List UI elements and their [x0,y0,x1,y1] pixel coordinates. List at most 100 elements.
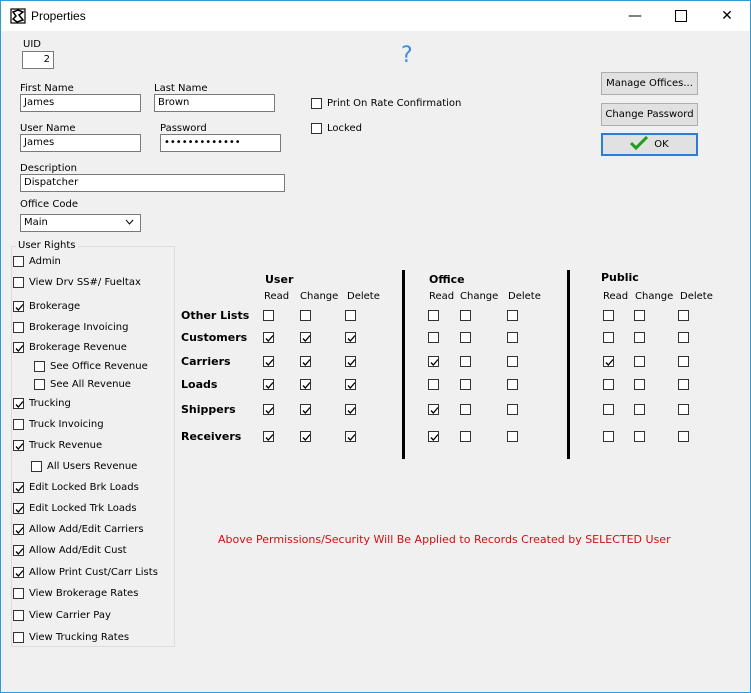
user-right-checkbox[interactable] [13,440,24,451]
permission-checkbox[interactable] [634,404,645,415]
permission-checkbox[interactable] [460,356,471,367]
change-password-button[interactable]: Change Password [601,103,698,126]
user-right-checkbox[interactable] [13,419,24,430]
user-right-checkbox[interactable] [13,632,24,643]
user-right-checkbox[interactable] [13,342,24,353]
permission-checkbox[interactable] [345,379,356,390]
permission-checkbox[interactable] [263,356,274,367]
permission-checkbox[interactable] [678,356,689,367]
office-code-select[interactable]: Main [20,214,141,232]
user-right-checkbox[interactable] [13,588,24,599]
password-field[interactable]: ••••••••••••• [160,134,281,152]
permission-checkbox[interactable] [460,332,471,343]
permission-checkbox[interactable] [345,431,356,442]
permission-checkbox[interactable] [300,310,311,321]
permission-checkbox[interactable] [300,356,311,367]
permission-checkbox[interactable] [428,356,439,367]
check-icon [15,527,24,534]
permission-checkbox[interactable] [428,404,439,415]
permission-checkbox[interactable] [678,431,689,442]
permission-checkbox[interactable] [678,332,689,343]
permission-checkbox[interactable] [460,379,471,390]
permission-checkbox[interactable] [300,379,311,390]
permission-checkbox[interactable] [263,310,274,321]
permission-checkbox[interactable] [263,332,274,343]
first-name-field[interactable]: James [20,94,141,112]
permission-column-label: Delete [508,291,541,302]
locked-checkbox[interactable] [311,123,322,134]
permission-checkbox[interactable] [507,332,518,343]
check-icon [302,434,311,441]
permission-checkbox[interactable] [603,310,614,321]
permission-checkbox[interactable] [603,332,614,343]
ok-button[interactable]: OK [601,133,698,156]
permission-checkbox[interactable] [507,379,518,390]
description-field[interactable]: Dispatcher [20,174,285,192]
user-right-checkbox[interactable] [13,256,24,267]
permission-checkbox[interactable] [603,431,614,442]
user-right-checkbox[interactable] [13,322,24,333]
maximize-button[interactable] [658,1,704,31]
check-icon [347,382,356,389]
close-button[interactable]: ✕ [704,1,750,31]
manage-offices-button[interactable]: Manage Offices... [601,72,698,95]
permission-checkbox[interactable] [345,404,356,415]
permission-checkbox[interactable] [428,431,439,442]
permission-checkbox[interactable] [507,404,518,415]
permission-checkbox[interactable] [428,379,439,390]
uid-field[interactable]: 2 [22,51,54,69]
user-right-label: View Drv SS#/ Fueltax [29,277,141,288]
last-name-field[interactable]: Brown [154,94,275,112]
minimize-button[interactable]: — [612,1,658,31]
user-right-label: See All Revenue [50,379,131,390]
close-icon: ✕ [721,8,733,24]
permission-checkbox[interactable] [300,332,311,343]
permission-checkbox[interactable] [428,310,439,321]
permission-checkbox[interactable] [460,310,471,321]
permission-checkbox[interactable] [603,356,614,367]
permission-checkbox[interactable] [428,332,439,343]
user-right-label: See Office Revenue [50,361,148,372]
permission-checkbox[interactable] [263,431,274,442]
permission-column-label: Read [264,291,290,302]
permission-checkbox[interactable] [345,356,356,367]
permission-checkbox[interactable] [263,379,274,390]
print-on-rate-checkbox[interactable] [311,98,322,109]
permission-checkbox[interactable] [634,356,645,367]
user-right-checkbox[interactable] [13,398,24,409]
user-right-checkbox[interactable] [34,379,45,390]
permission-checkbox[interactable] [634,431,645,442]
permission-checkbox[interactable] [345,310,356,321]
permission-checkbox[interactable] [603,404,614,415]
user-right-checkbox[interactable] [13,524,24,535]
permission-checkbox[interactable] [460,431,471,442]
permission-section-title: User [265,273,294,286]
help-icon[interactable]: ? [401,43,413,68]
user-right-checkbox[interactable] [13,301,24,312]
permission-checkbox[interactable] [678,379,689,390]
permission-checkbox[interactable] [507,356,518,367]
permission-checkbox[interactable] [507,310,518,321]
permission-checkbox[interactable] [507,431,518,442]
permission-checkbox[interactable] [634,379,645,390]
permission-checkbox[interactable] [345,332,356,343]
permission-checkbox[interactable] [603,379,614,390]
permission-checkbox[interactable] [300,404,311,415]
permission-checkbox[interactable] [300,431,311,442]
permission-checkbox[interactable] [263,404,274,415]
permission-checkbox[interactable] [634,332,645,343]
user-name-field[interactable]: James [20,134,141,152]
check-icon [15,304,24,311]
permission-checkbox[interactable] [678,310,689,321]
user-right-checkbox[interactable] [34,361,45,372]
user-right-checkbox[interactable] [31,461,42,472]
permission-checkbox[interactable] [634,310,645,321]
user-right-checkbox[interactable] [13,277,24,288]
permission-checkbox[interactable] [678,404,689,415]
permission-checkbox[interactable] [460,404,471,415]
user-right-checkbox[interactable] [13,545,24,556]
user-right-checkbox[interactable] [13,503,24,514]
user-right-checkbox[interactable] [13,567,24,578]
user-right-checkbox[interactable] [13,482,24,493]
user-right-checkbox[interactable] [13,610,24,621]
